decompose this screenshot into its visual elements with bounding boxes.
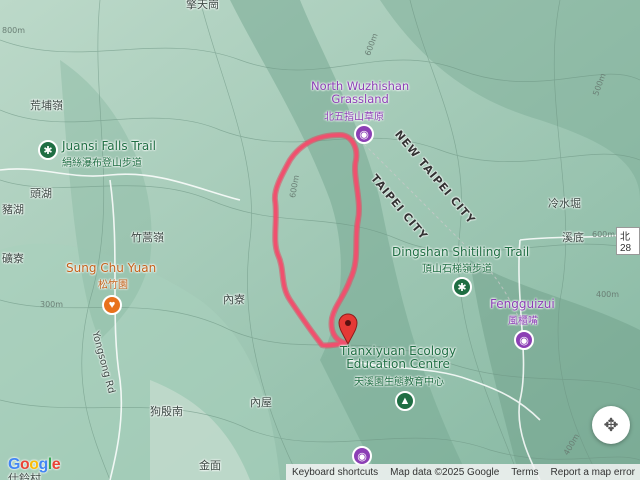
attribution-bar: Keyboard shortcuts Map data ©2025 Google… — [286, 464, 640, 480]
restaurant-icon[interactable]: ♥ — [102, 295, 122, 315]
hiker-icon[interactable]: ✱ — [452, 277, 472, 297]
camera-icon[interactable]: ◉ — [352, 446, 372, 466]
place-label: 竹蒿嶺 — [131, 231, 164, 244]
poi-north-wuzhishan[interactable]: North Wuzhishan Grassland — [311, 80, 409, 106]
map-data-text: Map data ©2025 Google — [390, 466, 500, 478]
poi-subtitle: 頂山石梯嶺步道 — [422, 264, 492, 275]
terrain-layer — [0, 0, 640, 480]
poi-title: Education Centre — [346, 357, 450, 371]
keyboard-shortcuts-link[interactable]: Keyboard shortcuts — [292, 467, 378, 478]
poi-dingshan-trail[interactable]: Dingshan Shitiling Trail — [392, 246, 529, 259]
place-label: 豬湖 — [2, 203, 24, 216]
place-label: 金面 — [199, 459, 221, 472]
contour-label: 300m — [40, 300, 64, 309]
place-label: 內寮 — [223, 293, 245, 306]
place-label: 內屋 — [250, 396, 272, 409]
poi-subtitle: 北五指山草原 — [324, 112, 384, 123]
report-error-link[interactable]: Report a map error — [551, 467, 635, 478]
place-label: 荒埔嶺 — [30, 99, 63, 112]
place-label: 狗殷南 — [150, 405, 183, 418]
tree-icon[interactable]: ▲ — [395, 391, 415, 411]
contour-label: 400m — [596, 290, 620, 299]
place-label: 溪底 — [562, 231, 584, 244]
move-arrows-icon: ✥ — [603, 414, 619, 435]
contour-label: 800m — [2, 26, 26, 35]
place-label: 冷水堀 — [548, 197, 581, 210]
map-rotate-control[interactable]: ✥ — [592, 406, 630, 444]
poi-title: Grassland — [331, 92, 389, 106]
poi-subtitle: 天溪園生態教育中心 — [354, 377, 444, 388]
poi-fengguizui[interactable]: Fengguizui — [490, 298, 555, 311]
poi-sung-chu-yuan[interactable]: Sung Chu Yuan — [66, 262, 156, 275]
place-label: 擎天崗 — [186, 0, 219, 11]
poi-tianxiyuan[interactable]: Tianxiyuan Ecology Education Centre — [340, 345, 456, 371]
camera-icon[interactable]: ◉ — [354, 124, 374, 144]
camera-icon[interactable]: ◉ — [514, 330, 534, 350]
poi-juansi-falls[interactable]: Juansi Falls Trail — [62, 140, 156, 153]
poi-subtitle: 松竹園 — [98, 280, 128, 291]
map-canvas[interactable]: 800m 600m 600m 500m 600m 400m 400m 300m … — [0, 0, 640, 480]
terms-link[interactable]: Terms — [511, 467, 538, 478]
google-logo: Google — [8, 456, 61, 473]
road-number-badge: 北28 — [616, 227, 640, 255]
poi-subtitle: 絹絲瀑布登山步道 — [62, 158, 142, 169]
place-label: 礦寮 — [2, 252, 24, 265]
place-label: 頭湖 — [30, 187, 52, 200]
contour-label: 600m — [592, 230, 616, 239]
poi-subtitle: 風櫃嘴 — [508, 316, 538, 327]
hiker-icon[interactable]: ✱ — [38, 140, 58, 160]
